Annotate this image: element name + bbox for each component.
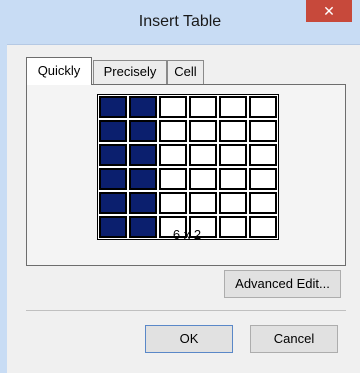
grid-cell[interactable] bbox=[99, 144, 127, 166]
grid-cell[interactable] bbox=[129, 96, 157, 118]
grid-cell[interactable] bbox=[129, 144, 157, 166]
grid-cell[interactable] bbox=[219, 144, 247, 166]
grid-cell[interactable] bbox=[189, 144, 217, 166]
advanced-edit-button[interactable]: Advanced Edit... bbox=[224, 270, 341, 298]
table-size-label: 6 x 2 bbox=[172, 227, 202, 242]
window-frame bbox=[0, 44, 7, 373]
grid-cell[interactable] bbox=[159, 120, 187, 142]
cancel-button[interactable]: Cancel bbox=[250, 325, 338, 353]
grid-cell[interactable] bbox=[159, 96, 187, 118]
grid-cell[interactable] bbox=[219, 120, 247, 142]
grid-cell[interactable] bbox=[249, 96, 277, 118]
grid-cell[interactable] bbox=[99, 192, 127, 214]
close-icon: ✕ bbox=[323, 3, 335, 19]
ok-button[interactable]: OK bbox=[145, 325, 233, 353]
tab-cell[interactable]: Cell bbox=[167, 60, 204, 84]
grid-cell[interactable] bbox=[129, 120, 157, 142]
grid-cell[interactable] bbox=[159, 192, 187, 214]
divider bbox=[26, 310, 346, 311]
insert-table-dialog: Insert Table ✕ Quickly Precisely Cell 6 … bbox=[0, 0, 360, 373]
close-button[interactable]: ✕ bbox=[306, 0, 352, 22]
tab-precisely[interactable]: Precisely bbox=[93, 60, 167, 84]
title-bar: Insert Table ✕ bbox=[0, 0, 360, 45]
grid-cell[interactable] bbox=[249, 144, 277, 166]
grid-cell[interactable] bbox=[159, 144, 187, 166]
tab-quickly[interactable]: Quickly bbox=[26, 57, 92, 85]
grid-cell[interactable] bbox=[249, 120, 277, 142]
grid-cell[interactable] bbox=[159, 168, 187, 190]
grid-cell[interactable] bbox=[249, 168, 277, 190]
grid-cell[interactable] bbox=[249, 192, 277, 214]
grid-cell[interactable] bbox=[189, 96, 217, 118]
grid-cell[interactable] bbox=[99, 96, 127, 118]
grid-cell[interactable] bbox=[189, 168, 217, 190]
grid-cell[interactable] bbox=[219, 96, 247, 118]
grid-cell[interactable] bbox=[99, 168, 127, 190]
grid-cell[interactable] bbox=[99, 120, 127, 142]
grid-cell[interactable] bbox=[129, 192, 157, 214]
table-grid[interactable] bbox=[97, 94, 279, 240]
grid-cell[interactable] bbox=[219, 168, 247, 190]
grid-cell[interactable] bbox=[189, 192, 217, 214]
table-size-picker bbox=[97, 94, 279, 240]
grid-cell[interactable] bbox=[189, 120, 217, 142]
quickly-panel: 6 x 2 bbox=[26, 84, 346, 266]
grid-cell[interactable] bbox=[219, 192, 247, 214]
grid-cell[interactable] bbox=[129, 168, 157, 190]
